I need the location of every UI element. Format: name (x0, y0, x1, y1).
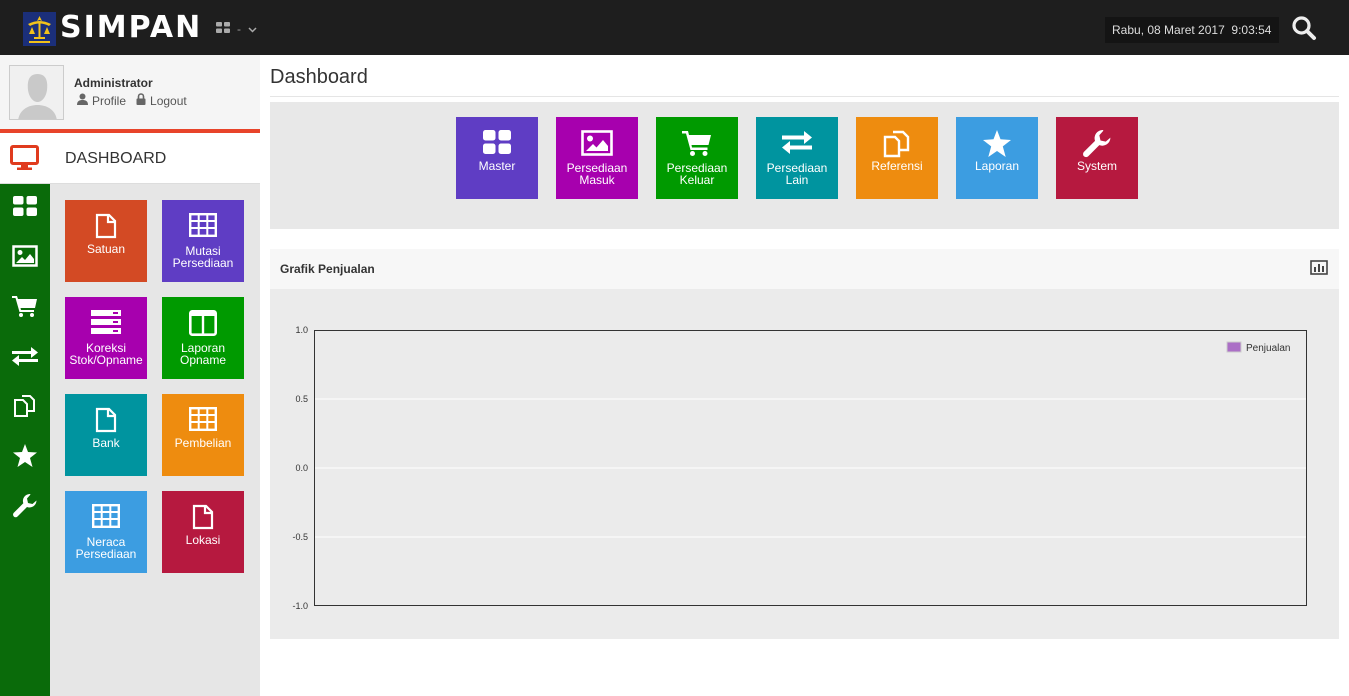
module-tile-label: Master (478, 159, 516, 173)
module-tile-persediaan-masuk[interactable]: Persediaan Masuk (556, 117, 638, 199)
rail-item-persediaan-masuk[interactable] (0, 244, 50, 272)
wrench-icon (13, 493, 37, 523)
module-tile-laporan[interactable]: Laporan (956, 117, 1038, 199)
user-name: Administrator (74, 76, 153, 90)
sidebar-tile-mutasi-persediaan[interactable]: Mutasi Persediaan (162, 200, 244, 282)
sidebar-tile-label: Bank (92, 436, 120, 450)
module-tile-persediaan-keluar[interactable]: Persediaan Keluar (656, 117, 738, 199)
rail-item-system[interactable] (0, 493, 50, 523)
sidebar-tile-label: Pembelian (174, 436, 232, 450)
profile-link[interactable]: Profile (77, 93, 126, 108)
module-tile-persediaan-lain[interactable]: Persediaan Lain (756, 117, 838, 199)
title-divider (270, 96, 1339, 97)
module-tile-label: Laporan (974, 159, 1020, 173)
star-icon (13, 444, 37, 472)
avatar (9, 65, 64, 120)
rail-item-master[interactable] (0, 194, 50, 222)
module-tile-label: Persediaan Masuk (566, 161, 628, 187)
picture-icon (12, 244, 38, 272)
module-tile-referensi[interactable]: Referensi (856, 117, 938, 199)
sidebar-tile-lokasi[interactable]: Lokasi (162, 491, 244, 573)
sidebar-tile-label: Lokasi (185, 533, 221, 547)
sidebar-heading[interactable]: DASHBOARD (0, 133, 260, 184)
user-links: Profile Logout (77, 93, 187, 108)
y-tick-label: 1.0 (295, 325, 308, 335)
y-tick-label: -0.5 (292, 532, 308, 542)
bar-chart-icon[interactable] (1310, 260, 1328, 280)
chart-panel: Grafik Penjualan 1.0 0.5 0.0 -0.5 -1.0 Penjua… (270, 249, 1339, 639)
rail-item-persediaan-keluar[interactable] (0, 294, 50, 322)
lock-icon (136, 93, 146, 108)
y-tick-label: -1.0 (292, 601, 308, 611)
exchange-icon (756, 130, 838, 154)
module-tile-label: Referensi (871, 159, 923, 173)
apps-menu-toggle[interactable]: - (216, 22, 257, 36)
rail-item-laporan[interactable] (0, 444, 50, 472)
sidebar-tile-label: Mutasi Persediaan (172, 244, 234, 270)
sidebar-tile-koreksi-stok-opname[interactable]: Koreksi Stok/Opname (65, 297, 147, 379)
chart-panel-header: Grafik Penjualan (270, 249, 1339, 289)
datetime-display: Rabu, 08 Maret 2017 9:03:54 (1105, 17, 1279, 43)
legend-swatch (1226, 341, 1242, 353)
desktop-icon (10, 145, 39, 176)
y-tick-label: 0.0 (295, 463, 308, 473)
profile-link-label: Profile (92, 93, 127, 108)
star-icon (956, 130, 1038, 157)
module-tile-master[interactable]: Master (456, 117, 538, 199)
logo-emblem[interactable] (23, 12, 56, 46)
cart-icon (12, 295, 38, 322)
grid-icon (216, 22, 230, 36)
copy-icon (13, 394, 37, 423)
chart-panel-title: Grafik Penjualan (280, 262, 375, 276)
sidebar-tile-pembelian[interactable]: Pembelian (162, 394, 244, 476)
grid-icon (13, 195, 37, 221)
sidebar-tile-label: Laporan Opname (179, 341, 227, 367)
sidebar-heading-label: DASHBOARD (65, 150, 167, 167)
rail-item-persediaan-lain[interactable] (0, 344, 50, 372)
cart-icon (656, 130, 738, 156)
rail-item-referensi[interactable] (0, 394, 50, 422)
server-icon (65, 310, 147, 334)
icon-rail (0, 184, 50, 696)
picture-icon (556, 130, 638, 156)
wrench-icon (1056, 130, 1138, 158)
page-title: Dashboard (270, 66, 368, 88)
user-panel: Administrator Profile Logout (0, 55, 260, 129)
sidebar-tile-neraca-persediaan[interactable]: Neraca Persediaan (65, 491, 147, 573)
file-icon (162, 504, 244, 530)
copy-icon (856, 130, 938, 158)
module-tile-system[interactable]: System (1056, 117, 1138, 199)
sidebar-tile-satuan[interactable]: Satuan (65, 200, 147, 282)
table-icon (65, 504, 147, 528)
sidebar-tile-bank[interactable]: Bank (65, 394, 147, 476)
exchange-icon (12, 346, 38, 371)
chevron-down-icon (248, 22, 257, 36)
sidebar-tile-laporan-opname[interactable]: Laporan Opname (162, 297, 244, 379)
grid-icon (456, 130, 538, 154)
app-logo-text[interactable]: SIMPAN (60, 9, 202, 47)
search-icon[interactable] (1291, 15, 1317, 41)
file-icon (65, 407, 147, 433)
table-icon (162, 407, 244, 431)
module-tile-label: Persediaan Lain (766, 161, 828, 187)
user-icon (77, 93, 88, 108)
sidebar-tile-label: Koreksi Stok/Opname (69, 341, 143, 367)
logout-link-label: Logout (150, 93, 187, 108)
apps-menu-label: - (237, 22, 241, 36)
y-tick-label: 0.5 (295, 394, 308, 404)
top-navbar: SIMPAN - Rabu, 08 Maret 2017 9:03:54 (0, 0, 1349, 55)
module-tile-label: System (1076, 159, 1117, 173)
sales-chart: 1.0 0.5 0.0 -0.5 -1.0 Penjualan (292, 325, 1307, 611)
columns-icon (162, 310, 244, 336)
legend-label: Penjualan (1246, 343, 1290, 354)
sidebar-tile-label: Satuan (86, 242, 126, 256)
table-icon (162, 213, 244, 237)
module-tile-label: Persediaan Keluar (666, 161, 728, 187)
sidebar-tile-label: Neraca Persediaan (75, 535, 137, 561)
logout-link[interactable]: Logout (136, 93, 187, 108)
file-icon (65, 213, 147, 239)
